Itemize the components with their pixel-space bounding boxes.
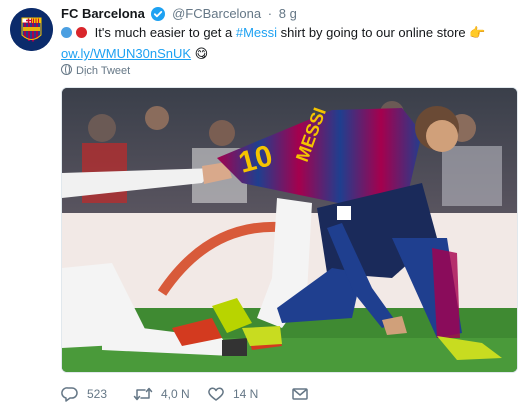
display-name[interactable]: FC Barcelona [61, 6, 145, 21]
blue-circle-icon [61, 27, 72, 38]
translate-tweet-link[interactable]: Dịch Tweet [61, 64, 130, 78]
pointing-hand-icon: 👉 [469, 26, 486, 41]
url-link[interactable]: ow.ly/WMUN30nSnUK [61, 46, 191, 61]
retweet-count: 4,0 N [161, 387, 190, 401]
hashtag-link[interactable]: #Messi [236, 25, 277, 40]
fc-barcelona-crest-icon [10, 8, 53, 51]
avatar[interactable] [10, 8, 53, 51]
yum-face-icon: 😋 [194, 47, 209, 62]
like-button[interactable]: 14 N [207, 385, 258, 403]
translate-label: Dịch Tweet [76, 65, 131, 77]
tweet-text: It's much easier to get a #Messi shirt b… [61, 23, 511, 65]
handle[interactable]: @FCBarcelona [172, 6, 261, 21]
reply-count: 523 [87, 387, 108, 401]
tweet-text-part1: It's much easier to get a [94, 25, 236, 40]
heart-icon [208, 387, 224, 401]
timestamp[interactable]: 8 g [279, 6, 297, 21]
tweet[interactable]: FC Barcelona @FCBarcelona · 8 g It's muc… [0, 0, 523, 409]
mail-icon [292, 388, 308, 400]
retweet-button[interactable]: 4,0 N [133, 385, 190, 403]
globe-icon [61, 64, 72, 75]
direct-message-button[interactable] [291, 385, 317, 403]
reply-button[interactable]: 523 [61, 385, 107, 403]
tweet-text-part2: shirt by going to our online store [277, 25, 470, 40]
tweet-header: FC Barcelona @FCBarcelona · 8 g [61, 5, 297, 23]
separator: · [267, 6, 273, 21]
tweet-media-photo[interactable]: FLY MESSI 10 [61, 87, 518, 373]
retweet-icon [133, 387, 153, 401]
like-count: 14 N [233, 387, 259, 401]
football-photo: FLY MESSI 10 [62, 88, 517, 372]
reply-icon [61, 387, 78, 402]
red-circle-icon [76, 27, 87, 38]
